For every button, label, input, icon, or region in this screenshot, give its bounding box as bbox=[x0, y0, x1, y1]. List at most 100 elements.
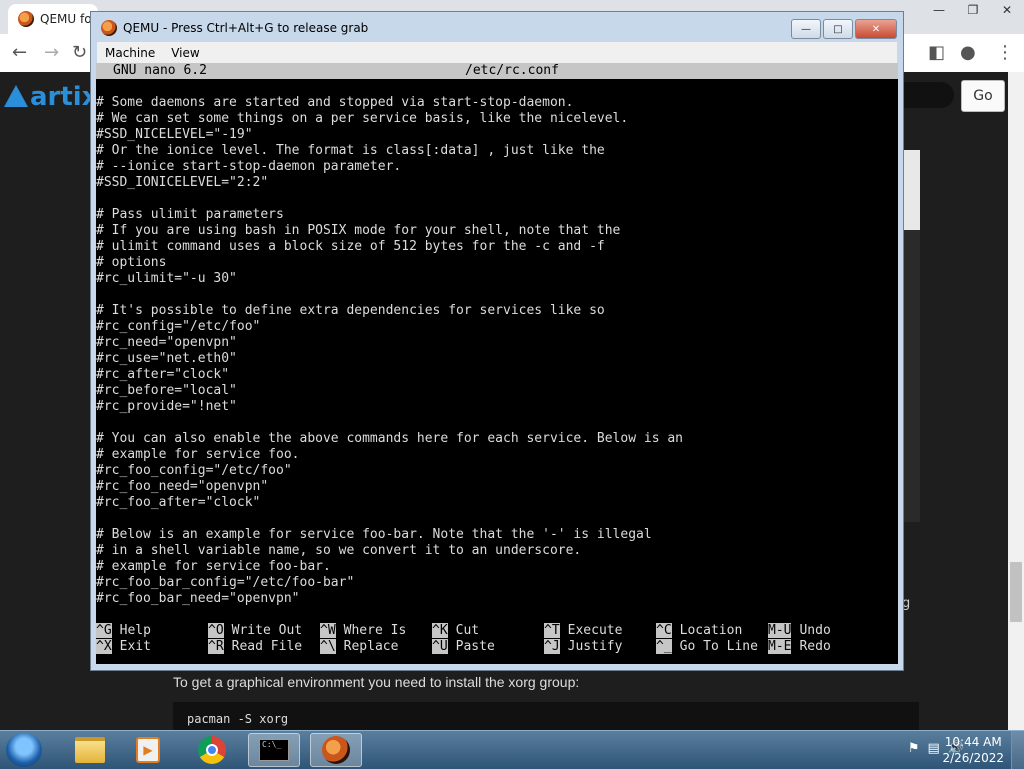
nano-shortcut: ^U Paste bbox=[432, 639, 495, 655]
menu-view[interactable]: View bbox=[163, 46, 207, 60]
nano-text-line: # Below is an example for service foo-ba… bbox=[96, 527, 652, 542]
nano-shortcut: ^J Justify bbox=[544, 639, 622, 655]
network-icon[interactable]: ▤ bbox=[928, 741, 940, 756]
media-player-icon: ▶ bbox=[136, 737, 160, 763]
nano-shortcut-label: Location bbox=[679, 623, 743, 638]
taskbar-explorer[interactable] bbox=[64, 733, 116, 767]
nano-shortcut: ^K Cut bbox=[432, 623, 479, 639]
nano-terminal[interactable]: GNU nano 6.2 /etc/rc.conf # Some daemons… bbox=[96, 63, 898, 664]
clock-date: 2/26/2022 bbox=[942, 751, 1004, 765]
nano-text-line: #SSD_IONICELEVEL="2:2" bbox=[96, 175, 269, 190]
nano-text-line: #rc_foo_after="clock" bbox=[96, 495, 261, 510]
action-center-icon[interactable]: ⚑ bbox=[908, 741, 920, 756]
profile-icon[interactable]: ● bbox=[960, 42, 976, 63]
page-scrollbar[interactable] bbox=[1008, 72, 1024, 730]
nano-shortcut: ^X Exit bbox=[96, 639, 151, 655]
nano-shortcut-label: Go To Line bbox=[679, 639, 758, 654]
chrome-tab[interactable]: QEMU fo bbox=[8, 4, 98, 34]
doc-panel-scrollbar[interactable] bbox=[904, 150, 920, 230]
taskbar-qemu[interactable] bbox=[310, 733, 362, 767]
sidebar-icon[interactable]: ◧ bbox=[928, 42, 945, 63]
doc-paragraph: To get a graphical environment you need … bbox=[173, 674, 580, 690]
menu-icon[interactable]: ⋮ bbox=[996, 42, 1014, 63]
nano-shortcut: ^W Where Is bbox=[320, 623, 406, 639]
nano-text-line: # We can set some things on a per servic… bbox=[96, 111, 629, 126]
qemu-icon bbox=[101, 20, 117, 36]
nano-text-line: # It's possible to define extra dependen… bbox=[96, 303, 605, 318]
nano-shortcut-label: Where Is bbox=[343, 623, 407, 638]
nano-text-line: # options bbox=[96, 255, 167, 270]
nano-version: GNU nano 6.2 bbox=[113, 63, 207, 78]
nano-shortcut: ^T Execute bbox=[544, 623, 622, 639]
nano-text-line: #rc_foo_need="openvpn" bbox=[96, 479, 269, 494]
nano-shortcut: M-U Undo bbox=[768, 623, 831, 639]
show-desktop-button[interactable] bbox=[1011, 731, 1024, 769]
nano-shortcut-label: Exit bbox=[119, 639, 151, 654]
nano-text-area[interactable]: # Some daemons are started and stopped v… bbox=[96, 95, 898, 607]
taskbar-chrome[interactable] bbox=[186, 733, 238, 767]
nano-shortcut-bar: ^G Help ^O Write Out ^W Where Is ^K Cut ^T Execut… bbox=[96, 623, 898, 655]
nano-shortcut-label: Write Out bbox=[231, 623, 303, 638]
nano-text-line: # example for service foo-bar. bbox=[96, 559, 331, 574]
nano-text-line: #rc_foo_config="/etc/foo" bbox=[96, 463, 292, 478]
artix-logo[interactable]: artix bbox=[4, 82, 98, 112]
nano-shortcut-label: Help bbox=[119, 623, 151, 638]
chrome-tab-title: QEMU fo bbox=[40, 12, 92, 26]
reload-icon[interactable]: ↻ bbox=[72, 42, 87, 63]
qemu-title: QEMU - Press Ctrl+Alt+G to release grab bbox=[123, 21, 369, 35]
restore-icon[interactable]: ❐ bbox=[956, 0, 990, 20]
nano-text-line: # example for service foo. bbox=[96, 447, 300, 462]
close-icon[interactable]: ✕ bbox=[855, 19, 897, 39]
nano-text-line: # Pass ulimit parameters bbox=[96, 207, 284, 222]
nano-filename: /etc/rc.conf bbox=[465, 63, 559, 78]
taskbar-cmd[interactable]: C:\_ bbox=[248, 733, 300, 767]
nano-text-line: #rc_use="net.eth0" bbox=[96, 351, 237, 366]
nano-shortcut-key: ^O bbox=[208, 623, 224, 638]
back-icon[interactable]: ← bbox=[12, 42, 27, 63]
nano-text-line: #rc_after="clock" bbox=[96, 367, 230, 382]
nano-shortcut-key: ^R bbox=[208, 639, 224, 654]
artix-logo-icon bbox=[4, 85, 28, 107]
nano-shortcut-key: ^_ bbox=[656, 639, 672, 654]
maximize-icon[interactable]: □ bbox=[823, 19, 853, 39]
nano-shortcut-label: Paste bbox=[455, 639, 495, 654]
nano-shortcut-label: Replace bbox=[343, 639, 399, 654]
nano-text-line: # Or the ionice level. The format is cla… bbox=[96, 143, 605, 158]
site-search-input[interactable] bbox=[900, 82, 954, 108]
minimize-icon[interactable]: — bbox=[922, 0, 956, 20]
nano-shortcut-label: Redo bbox=[799, 639, 831, 654]
qemu-titlebar[interactable]: QEMU - Press Ctrl+Alt+G to release grab … bbox=[91, 12, 903, 42]
nano-text-line bbox=[96, 287, 898, 303]
go-button[interactable]: Go bbox=[961, 80, 1005, 112]
nano-text-line bbox=[96, 415, 898, 431]
nano-shortcut: ^R Read File bbox=[208, 639, 302, 655]
nano-shortcut: ^G Help bbox=[96, 623, 151, 639]
nano-text-line: #rc_foo_bar_need="openvpn" bbox=[96, 591, 300, 606]
taskbar-media-player[interactable]: ▶ bbox=[122, 733, 174, 767]
nano-shortcut-key: ^G bbox=[96, 623, 112, 638]
nano-text-line: #rc_before="local" bbox=[96, 383, 237, 398]
nano-shortcut-key: ^\ bbox=[320, 639, 336, 654]
clock-time: 10:44 AM bbox=[944, 735, 1002, 749]
chrome-window-controls: — ❐ ✕ bbox=[922, 0, 1024, 20]
qemu-window-controls: — □ ✕ bbox=[791, 19, 897, 39]
menu-machine[interactable]: Machine bbox=[97, 46, 163, 60]
nano-text-line: #rc_config="/etc/foo" bbox=[96, 319, 261, 334]
nano-shortcut-key: ^X bbox=[96, 639, 112, 654]
folder-icon bbox=[75, 737, 105, 763]
close-icon[interactable]: ✕ bbox=[990, 0, 1024, 20]
minimize-icon[interactable]: — bbox=[791, 19, 821, 39]
chrome-icon bbox=[198, 736, 226, 764]
doc-code-text: pacman -S xorg bbox=[187, 712, 289, 726]
nano-shortcut-key: ^U bbox=[432, 639, 448, 654]
start-button[interactable] bbox=[6, 733, 42, 767]
clock[interactable]: 10:44 AM 2/26/2022 bbox=[942, 734, 1004, 766]
nano-shortcut: ^\ Replace bbox=[320, 639, 398, 655]
nano-shortcut-label: Execute bbox=[567, 623, 623, 638]
nano-text-line: # in a shell variable name, so we conver… bbox=[96, 543, 582, 558]
nano-shortcut-label: Cut bbox=[455, 623, 480, 638]
nano-shortcut: M-E Redo bbox=[768, 639, 831, 655]
nano-shortcut-label: Read File bbox=[231, 639, 303, 654]
forward-icon[interactable]: → bbox=[44, 42, 59, 63]
page-scrollbar-thumb[interactable] bbox=[1010, 562, 1022, 622]
